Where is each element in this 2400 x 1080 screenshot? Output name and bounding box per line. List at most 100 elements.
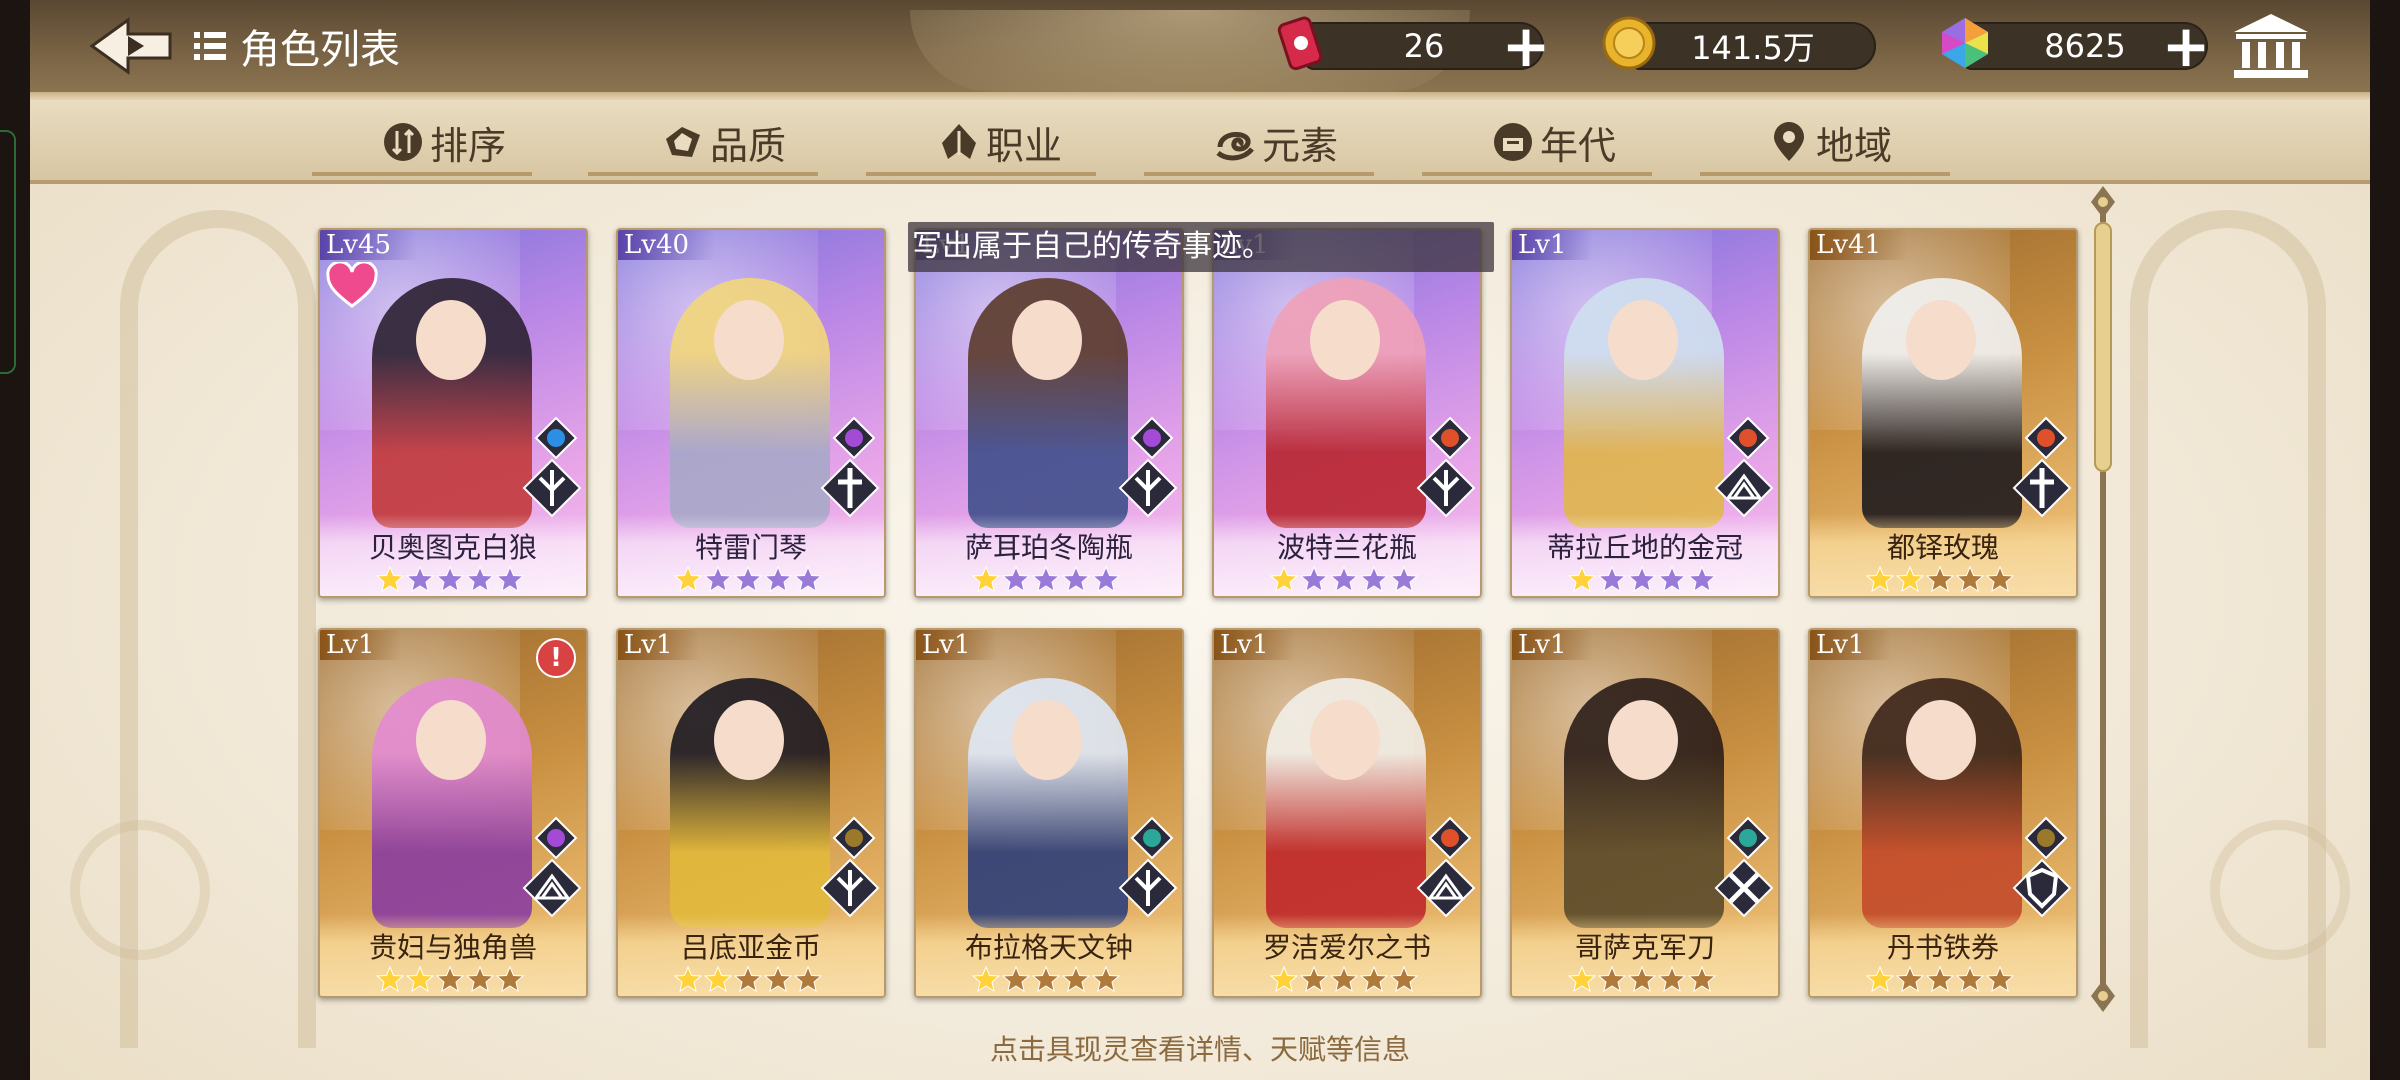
back-arrow-icon[interactable] [88, 14, 174, 78]
star-empty-icon [496, 566, 524, 592]
star-filled-icon [376, 966, 404, 992]
character-face [714, 700, 784, 780]
filter-divider [866, 172, 1096, 176]
scroll-top-ornament-icon [2091, 186, 2115, 218]
character-card[interactable]: Lv1萨耳珀冬陶瓶 [914, 228, 1184, 598]
star-empty-icon [1986, 566, 2014, 592]
level-label: Lv1 [1214, 630, 1295, 660]
character-name: 都铎玫瑰 [1886, 531, 1999, 564]
museum-icon[interactable] [2228, 10, 2314, 82]
fire-element-icon [1726, 416, 1770, 460]
filter-divider [1700, 172, 1950, 176]
book-class-icon [1416, 858, 1476, 918]
filter-element[interactable]: 元素 [1214, 118, 1338, 168]
star-filled-icon [1866, 566, 1894, 592]
star-empty-icon [1032, 966, 1060, 992]
character-name: 丹书铁券 [1886, 931, 1999, 964]
earth-element-icon [832, 816, 876, 860]
star-filled-icon [1568, 566, 1596, 592]
list-icon [194, 32, 226, 60]
filter-divider [1422, 172, 1652, 176]
star-rating [1866, 966, 2014, 992]
character-face [1906, 300, 1976, 380]
filter-era[interactable]: 年代 [1492, 118, 1616, 168]
star-empty-icon [1300, 966, 1328, 992]
star-empty-icon [1628, 566, 1656, 592]
star-empty-icon [734, 566, 762, 592]
star-empty-icon [1956, 966, 1984, 992]
star-empty-icon [1926, 966, 1954, 992]
star-empty-icon [1598, 966, 1626, 992]
tri-blade-class-icon [522, 458, 582, 518]
star-empty-icon [1330, 566, 1358, 592]
favorite-heart-icon[interactable] [326, 262, 378, 308]
filter-quality-label: 品质 [710, 123, 787, 168]
scrollbar-thumb[interactable] [2094, 222, 2112, 472]
filter-region[interactable]: 地域 [1768, 118, 1892, 168]
page-title: 角色列表 [192, 20, 400, 73]
level-label: Lv40 [618, 230, 716, 260]
star-filled-icon [1270, 566, 1298, 592]
star-empty-icon [1926, 566, 1954, 592]
character-card[interactable]: Lv45 贝奥图克白狼 [318, 228, 588, 598]
star-empty-icon [1390, 566, 1418, 592]
star-empty-icon [764, 566, 792, 592]
character-card[interactable]: Lv1 布拉格天文钟 [914, 628, 1184, 998]
element-icon [1216, 132, 1254, 161]
star-empty-icon [734, 966, 762, 992]
character-face [1906, 700, 1976, 780]
filter-divider [588, 172, 818, 176]
top-bar-trim [30, 92, 2370, 100]
character-card[interactable]: Lv1 丹书铁券 [1808, 628, 2078, 998]
star-filled-icon [376, 566, 404, 592]
star-empty-icon [1032, 566, 1060, 592]
star-empty-icon [1658, 566, 1686, 592]
character-card[interactable]: Lv1 哥萨克军刀 [1510, 628, 1780, 998]
cross-staff-class-icon [820, 458, 880, 518]
add-stamina-button[interactable]: + [1500, 17, 1552, 75]
character-card[interactable]: Lv40 特雷门琴 [616, 228, 886, 598]
star-empty-icon [1628, 966, 1656, 992]
star-rating [674, 566, 822, 592]
swirl-decoration [70, 820, 210, 960]
star-empty-icon [466, 966, 494, 992]
crossed-swords-class-icon [1714, 858, 1774, 918]
edge-handle[interactable] [0, 130, 16, 374]
star-filled-icon [704, 966, 732, 992]
book-class-icon [522, 858, 582, 918]
tri-blade-class-icon [1118, 458, 1178, 518]
filter-class-label: 职业 [986, 123, 1063, 168]
character-card[interactable]: Lv1 罗洁爱尔之书 [1212, 628, 1482, 998]
character-card[interactable]: Lv1 吕底亚金币 [616, 628, 886, 998]
character-card[interactable]: Lv41 都铎玫瑰 [1808, 228, 2078, 598]
star-filled-icon [972, 966, 1000, 992]
character-name: 贝奥图克白狼 [368, 531, 537, 564]
character-card[interactable]: Lv1 蒂拉丘地的金冠 [1510, 228, 1780, 598]
filter-sort[interactable]: 排序 [382, 118, 506, 168]
star-empty-icon [1658, 966, 1686, 992]
star-rating [1270, 966, 1418, 992]
level-label: Lv1 [1512, 630, 1593, 660]
star-filled-icon [1866, 966, 1894, 992]
star-empty-icon [436, 566, 464, 592]
character-card[interactable]: Lv1波特兰花瓶 [1212, 228, 1482, 598]
lightning-element-icon [832, 416, 876, 460]
star-empty-icon [1688, 566, 1716, 592]
add-gem-button[interactable]: + [2160, 17, 2212, 75]
wind-element-icon [1726, 816, 1770, 860]
star-empty-icon [1360, 966, 1388, 992]
star-empty-icon [1956, 566, 1984, 592]
character-face [1310, 700, 1380, 780]
lightning-element-icon [534, 816, 578, 860]
star-rating [376, 566, 524, 592]
character-name: 蒂拉丘地的金冠 [1546, 531, 1743, 564]
era-icon [1494, 123, 1532, 161]
character-card[interactable]: Lv1! 贵妇与独角兽 [318, 628, 588, 998]
filter-quality[interactable]: 品质 [662, 118, 786, 168]
gold-counter: 141.5万 [1630, 22, 1876, 70]
star-empty-icon [496, 966, 524, 992]
filter-class[interactable]: 职业 [938, 118, 1062, 168]
character-name: 布拉格天文钟 [964, 931, 1133, 964]
character-face [1012, 700, 1082, 780]
scroll-bottom-ornament-icon [2091, 980, 2115, 1012]
